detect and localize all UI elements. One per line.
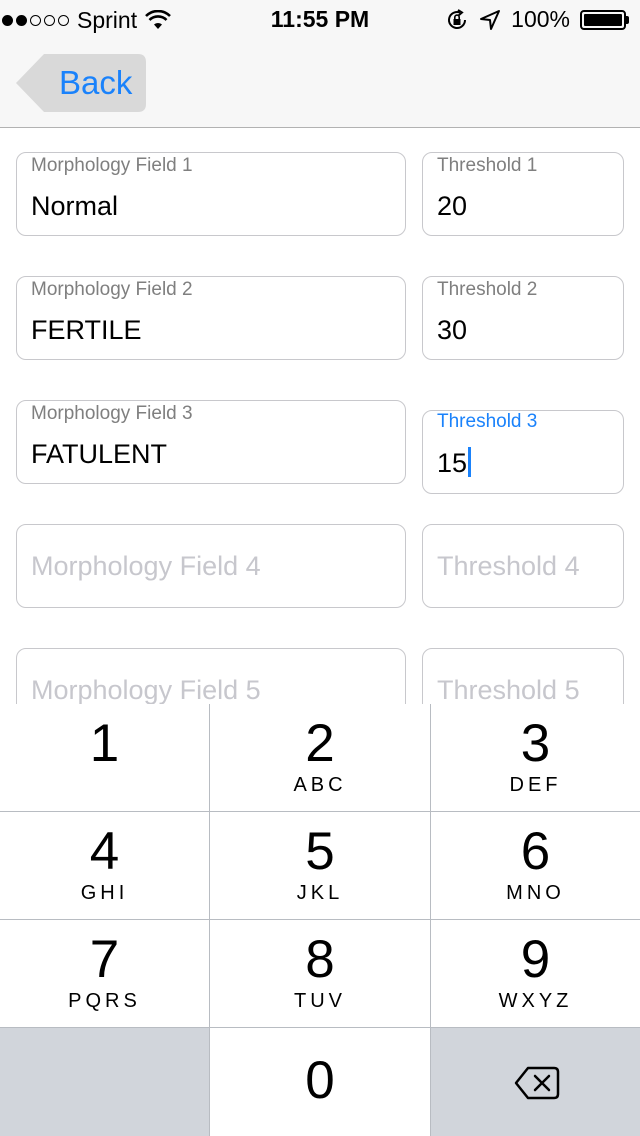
- field-placeholder: Threshold 4: [437, 551, 580, 581]
- threshold-field-5[interactable]: Threshold 5: [422, 648, 624, 704]
- battery-icon: [580, 9, 632, 31]
- field-label: Morphology Field 2: [31, 279, 193, 300]
- field-label: Threshold 3: [437, 411, 538, 432]
- key-digit: 5: [305, 822, 335, 881]
- key-3[interactable]: 3 DEF: [431, 704, 640, 811]
- form-row: Morphology Field 3 FATULENT Threshold 3 …: [0, 400, 640, 494]
- battery-tip: [626, 15, 629, 24]
- key-letters: PQRS: [68, 990, 141, 1012]
- key-digit: 1: [89, 714, 120, 773]
- battery-percent: 100%: [511, 6, 570, 32]
- key-letters: MNO: [506, 882, 565, 904]
- form-row: Morphology Field 5 Threshold 5: [0, 648, 640, 704]
- key-2[interactable]: 2 ABC: [210, 704, 430, 811]
- form-row: Morphology Field 4 Threshold 4: [0, 524, 640, 608]
- morphology-form: Morphology Field 1 Normal Threshold 1 20…: [0, 129, 640, 704]
- field-value: FERTILE: [31, 315, 142, 345]
- morphology-field-1[interactable]: Morphology Field 1 Normal: [16, 152, 406, 236]
- field-value-with-caret: 15: [437, 447, 472, 479]
- key-letters: WXYZ: [498, 990, 573, 1012]
- key-empty: [0, 1028, 209, 1136]
- key-5[interactable]: 5 JKL: [210, 812, 430, 919]
- form-row: Morphology Field 1 Normal Threshold 1 20: [0, 152, 640, 236]
- text-caret: [468, 447, 472, 477]
- battery-body: [580, 9, 626, 30]
- key-digit: 0: [305, 1051, 335, 1110]
- key-letters: GHI: [80, 882, 129, 904]
- back-button[interactable]: Back: [16, 54, 146, 112]
- key-digit: 9: [520, 930, 551, 989]
- field-value: 30: [437, 315, 468, 345]
- key-digit: 3: [520, 714, 551, 773]
- key-letters: TUV: [294, 990, 346, 1012]
- navigation-bar: Back: [0, 40, 640, 128]
- field-value: 15: [437, 448, 468, 478]
- key-digit: 8: [305, 930, 335, 989]
- back-button-label: Back: [59, 64, 133, 101]
- battery-fill: [584, 13, 622, 26]
- number-keypad: 1 2 ABC 3 DEF 4 GHI 5 JKL 6 MNO 7 PQRS 8…: [0, 704, 640, 1136]
- rotation-lock-icon: [448, 8, 467, 29]
- key-0[interactable]: 0: [210, 1028, 430, 1136]
- delete-key[interactable]: [431, 1028, 640, 1136]
- morphology-field-2[interactable]: Morphology Field 2 FERTILE: [16, 276, 406, 360]
- field-value: Normal: [31, 191, 119, 221]
- threshold-field-3[interactable]: Threshold 3 15: [422, 410, 624, 494]
- threshold-field-1[interactable]: Threshold 1 20: [422, 152, 624, 236]
- backspace-icon: [514, 1066, 560, 1100]
- form-row: Morphology Field 2 FERTILE Threshold 2 3…: [0, 276, 640, 360]
- field-label: Threshold 1: [437, 155, 538, 176]
- status-right: 100%: [445, 6, 632, 33]
- key-letters: DEF: [509, 774, 562, 796]
- field-value: 20: [437, 191, 468, 221]
- key-4[interactable]: 4 GHI: [0, 812, 209, 919]
- key-letters: JKL: [296, 882, 344, 904]
- field-label: Threshold 2: [437, 279, 538, 300]
- threshold-field-2[interactable]: Threshold 2 30: [422, 276, 624, 360]
- threshold-field-4[interactable]: Threshold 4: [422, 524, 624, 608]
- key-digit: 7: [89, 930, 120, 989]
- morphology-field-4[interactable]: Morphology Field 4: [16, 524, 406, 608]
- field-value: FATULENT: [31, 439, 168, 469]
- location-arrow-icon: [480, 9, 501, 30]
- key-digit: 4: [89, 822, 120, 881]
- key-digit: 6: [520, 822, 551, 881]
- key-9[interactable]: 9 WXYZ: [431, 920, 640, 1027]
- key-letters: ABC: [293, 774, 347, 796]
- field-placeholder: Threshold 5: [437, 675, 580, 704]
- field-placeholder: Morphology Field 4: [31, 551, 261, 581]
- key-6[interactable]: 6 MNO: [431, 812, 640, 919]
- key-8[interactable]: 8 TUV: [210, 920, 430, 1027]
- field-label: Morphology Field 3: [31, 403, 193, 424]
- field-placeholder: Morphology Field 5: [31, 675, 261, 704]
- key-7[interactable]: 7 PQRS: [0, 920, 209, 1027]
- key-1[interactable]: 1: [0, 704, 209, 811]
- field-label: Morphology Field 1: [31, 155, 193, 176]
- morphology-field-3[interactable]: Morphology Field 3 FATULENT: [16, 400, 406, 484]
- morphology-field-5[interactable]: Morphology Field 5: [16, 648, 406, 704]
- status-bar: Sprint 11:55 PM 100%: [0, 0, 640, 40]
- key-digit: 2: [305, 714, 335, 773]
